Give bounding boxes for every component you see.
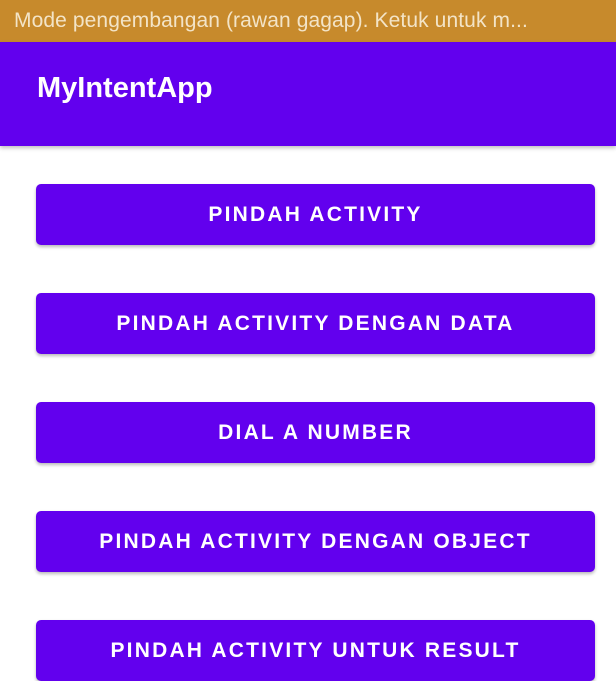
dial-a-number-button[interactable]: DIAL A NUMBER — [36, 402, 595, 463]
status-bar[interactable]: Mode pengembangan (rawan gagap). Ketuk u… — [0, 0, 616, 42]
pindah-activity-dengan-data-button[interactable]: PINDAH ACTIVITY DENGAN DATA — [36, 293, 595, 354]
app-bar: MyIntentApp — [0, 42, 616, 146]
app-title: MyIntentApp — [37, 71, 213, 104]
pindah-activity-untuk-result-button[interactable]: PINDAH ACTIVITY UNTUK RESULT — [36, 620, 595, 681]
pindah-activity-dengan-object-button[interactable]: PINDAH ACTIVITY DENGAN OBJECT — [36, 511, 595, 572]
pindah-activity-button[interactable]: PINDAH ACTIVITY — [36, 184, 595, 245]
developer-mode-notification-text[interactable]: Mode pengembangan (rawan gagap). Ketuk u… — [14, 9, 528, 33]
